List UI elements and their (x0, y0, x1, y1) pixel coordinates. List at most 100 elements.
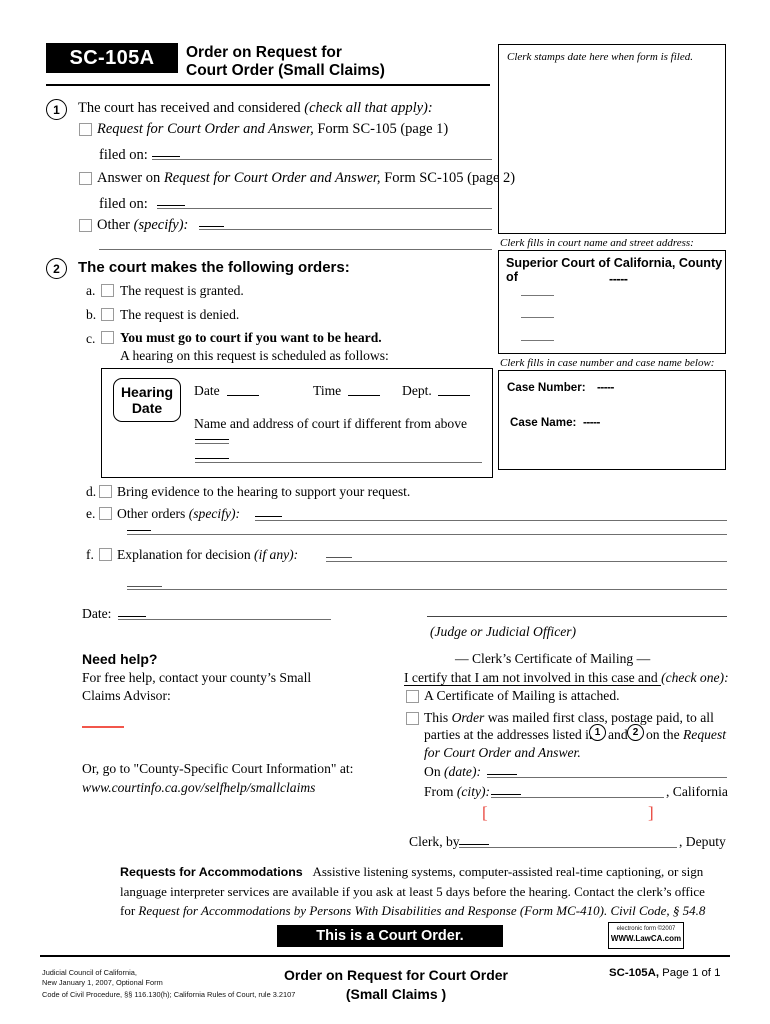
filed-on-1-input[interactable] (152, 159, 492, 160)
checkbox-certificate-attached[interactable] (406, 690, 419, 703)
judge-signature-line[interactable] (427, 616, 727, 617)
checkbox-request-for-court-order[interactable] (79, 123, 92, 136)
section-1-item-2-label: Answer on Request for Court Order and An… (97, 170, 515, 187)
certificate-clerk-by-label: Clerk, by (409, 834, 460, 849)
certificate-option-2-line2-start: parties at the addresses listed in (424, 727, 596, 742)
page-title: Order on Request for Court Order (Small … (186, 44, 486, 80)
checkbox-must-go-to-court[interactable] (101, 331, 114, 344)
clerk-stamp-box: Clerk stamps date here when form is file… (498, 44, 726, 234)
hearing-date-pill-line2: Date (131, 400, 163, 416)
signature-date-label: Date: (82, 606, 112, 621)
checkbox-answer-on-request[interactable] (79, 172, 92, 185)
case-name-value[interactable]: ----- (583, 416, 600, 429)
section-1-item-3-italic: (specify): (133, 217, 189, 233)
hearing-address-stub-2 (195, 458, 229, 459)
certificate-intro-italic: (check one): (661, 670, 729, 685)
checkbox-request-denied[interactable] (101, 308, 114, 321)
filed-on-2-input[interactable] (157, 208, 492, 209)
need-help-advisor-input[interactable] (82, 726, 124, 728)
other-orders-stub-2 (127, 530, 151, 531)
checkbox-order-mailed[interactable] (406, 712, 419, 725)
court-name-box: Superior Court of California, County of … (498, 250, 726, 354)
checkbox-request-granted[interactable] (101, 284, 114, 297)
other-orders-input-1[interactable] (255, 520, 727, 521)
hearing-address-stub-1 (195, 439, 229, 440)
hearing-address-input-1[interactable] (195, 443, 229, 444)
checkbox-other-orders[interactable] (99, 507, 112, 520)
section-1-item-1-label: Request for Court Order and Answer, Form… (97, 121, 448, 138)
hearing-address-input-2[interactable] (195, 462, 482, 463)
hearing-time-input[interactable] (348, 395, 380, 396)
section-2-item-b-label: The request is denied. (120, 307, 240, 322)
accommodations-body-3-plain: for (120, 903, 139, 918)
section-1-heading: The court has received and considered (c… (78, 100, 433, 117)
certificate-option-2-italic: Request (683, 727, 727, 742)
hearing-date-pill-line1: Hearing (120, 384, 174, 400)
section-2-item-a-letter: a. (86, 283, 96, 298)
footer-center-line1: Order on Request for Court Order (283, 967, 509, 983)
lawca-stamp-line1: electronic form ©2007 (616, 926, 676, 932)
signature-date-input[interactable] (118, 619, 331, 620)
seal-placeholder-left-bracket: [ (482, 803, 488, 822)
hearing-dept-label: Dept. (402, 383, 432, 398)
section-1-item-2-lead: Answer on (97, 170, 164, 186)
hearing-date-input[interactable] (227, 395, 259, 396)
need-help-url[interactable]: www.courtinfo.ca.gov/selfhelp/smallclaim… (82, 780, 315, 796)
section-2-item-e-label: Other orders (specify): (117, 506, 240, 522)
accommodations-body-3: for Request for Accommodations by Person… (120, 901, 735, 920)
section-2-item-f-label: Explanation for decision (if any): (117, 547, 298, 563)
checkbox-other-considered[interactable] (79, 219, 92, 232)
lawca-stamp-line2: WWW.LawCA.com (610, 934, 682, 943)
section-2-item-e-plain: Other orders (117, 506, 189, 521)
hearing-dept-input[interactable] (438, 395, 470, 396)
hearing-date-pill: Hearing Date (113, 378, 181, 422)
section-1-item-2-italic: Request for Court Order and Answer, (163, 170, 381, 186)
hearing-address-label: Name and address of court if different f… (194, 416, 468, 431)
section-2-number: 2 (46, 258, 67, 279)
section-2-item-e-letter: e. (86, 506, 96, 521)
footer-divider (40, 955, 730, 957)
explanation-input-1[interactable] (326, 561, 727, 562)
section-2-heading: The court makes the following orders: (78, 259, 350, 276)
section-2-item-e-italic: (specify): (188, 506, 241, 521)
certificate-on-date-plain: On (424, 764, 445, 779)
other-orders-input-2[interactable] (127, 534, 727, 535)
certificate-title: — Clerk’s Certificate of Mailing — (455, 651, 651, 666)
court-address-line-2[interactable] (521, 317, 554, 318)
certificate-from-city-input[interactable] (491, 797, 664, 798)
certificate-option-1-label: A Certificate of Mailing is attached. (424, 688, 620, 703)
accommodations-body-1: Assistive listening systems, computer-as… (312, 864, 704, 879)
seal-placeholder-right-bracket: ] (648, 803, 654, 822)
certificate-on-date-input[interactable] (487, 777, 727, 778)
certificate-on-date-italic: (date): (444, 764, 482, 779)
certificate-clerk-by-input[interactable] (459, 847, 677, 848)
checkbox-explanation[interactable] (99, 548, 112, 561)
court-address-line-3[interactable] (521, 340, 554, 341)
hearing-details-box: Hearing Date Date Time Dept. Name and ad… (101, 368, 493, 478)
need-help-line2: Claims Advisor: (82, 688, 171, 703)
clerk-stamp-caption: Clerk stamps date here when form is file… (507, 51, 693, 63)
section-2-item-d-letter: d. (86, 484, 97, 499)
court-address-line-1[interactable] (521, 295, 554, 296)
explanation-stub (326, 557, 352, 558)
other-considered-stub (199, 226, 224, 227)
section-1-item-3-lead: Other (97, 217, 134, 233)
checkbox-bring-evidence[interactable] (99, 485, 112, 498)
accommodations-block: Requests for Accommodations Assistive li… (120, 862, 735, 920)
certificate-clerk-by-stub (459, 844, 489, 845)
section-2-item-b-letter: b. (86, 307, 97, 322)
case-number-value[interactable]: ----- (597, 381, 614, 394)
hearing-date-label: Date (194, 383, 220, 398)
certificate-option-2-a: This (424, 710, 452, 725)
certificate-on-date-stub (487, 774, 517, 775)
certificate-option-2-line3: for Court Order and Answer. (424, 745, 581, 760)
other-considered-input-2[interactable] (99, 249, 492, 250)
certificate-intro: I certify that I am not involved in this… (404, 670, 729, 686)
section-1-item-2-plain: Form SC-105 (page 2) (380, 170, 516, 186)
section-1-number: 1 (46, 99, 67, 120)
explanation-input-2[interactable] (127, 589, 727, 590)
certificate-option-2-and: and (608, 727, 628, 742)
header-divider (46, 84, 490, 86)
section-2-item-f-letter: f. (86, 547, 94, 562)
other-considered-input[interactable] (199, 229, 492, 230)
